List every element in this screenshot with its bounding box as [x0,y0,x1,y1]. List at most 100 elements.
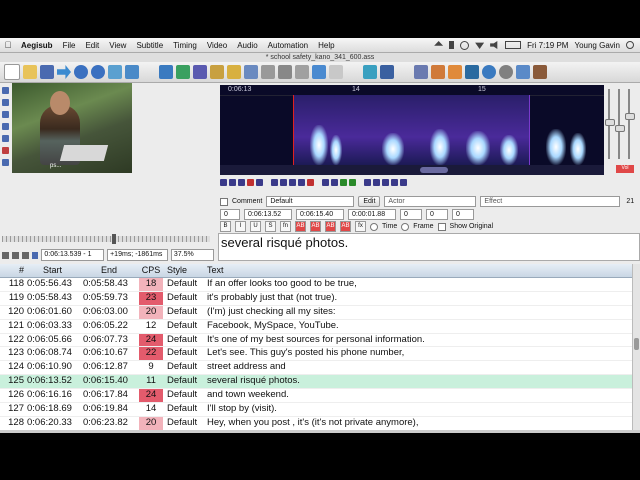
paperclip-icon[interactable] [278,65,292,79]
show-original-checkbox[interactable] [437,222,446,231]
volume-link-button[interactable]: Vol [616,165,634,173]
gear-icon[interactable] [499,65,513,79]
spotlight-search-icon[interactable] [626,41,634,49]
table-row[interactable]: 124 0:06:10.90 0:06:12.87 9 Default street ad… [0,361,632,376]
goto-icon[interactable] [349,179,356,186]
auto-scroll-icon[interactable] [382,179,389,186]
timing-postprocessor-icon[interactable] [329,65,343,79]
margin-left-field[interactable]: 0 [400,209,422,220]
font-button[interactable]: fn [280,221,291,232]
effect-field[interactable]: Effect [480,196,621,207]
underline-button[interactable]: U [250,221,261,232]
horizontal-zoom-slider[interactable] [605,89,615,159]
spell-check-icon[interactable] [312,65,326,79]
slider-knob[interactable] [615,125,625,132]
italic-button[interactable]: I [235,221,246,232]
table-row[interactable]: 123 0:06:08.74 0:06:10.67 22 Default Let's se… [0,347,632,362]
layer-field[interactable]: 0 [220,209,240,220]
bold-button[interactable]: B [220,221,231,232]
table-row[interactable]: 128 0:06:20.33 0:06:23.82 20 Default Hey, whe… [0,416,632,430]
scale-tool-icon[interactable] [1,135,9,142]
strikeout-button[interactable]: S [265,221,276,232]
vector-clip-tool-icon[interactable] [1,159,9,166]
margin-vertical-field[interactable]: 0 [452,209,474,220]
assistant-icon[interactable] [295,65,309,79]
play-first-500ms-icon[interactable] [289,179,296,186]
shift-times-icon[interactable] [380,65,394,79]
menu-help[interactable]: Help [313,41,339,50]
style-select[interactable]: Default [266,196,355,207]
grid-scroll-thumb[interactable] [634,338,639,350]
eject-icon[interactable] [434,41,444,46]
wifi-icon[interactable] [475,42,485,49]
video-display[interactable]: ps... [12,83,132,173]
time-machine-icon[interactable] [460,40,470,50]
save-icon[interactable] [40,65,54,79]
subtitle-grid[interactable]: # Start End CPS Style Text 118 0:05:56.43… [0,264,632,430]
end-time-field[interactable]: 0:06:15.40 [296,209,344,220]
actor-field[interactable]: Actor [384,196,477,207]
zoom-out-icon[interactable] [91,65,105,79]
standard-tool-icon[interactable] [1,87,9,94]
menubar-user[interactable]: Young Gavin [574,41,620,50]
play-selection-icon[interactable] [238,179,245,186]
play-last-500ms-icon[interactable] [298,179,305,186]
commit-button[interactable]: fx [355,221,366,232]
duration-field[interactable]: 0:00:01.88 [348,209,396,220]
video-zoom-select[interactable]: 37.5% [170,249,214,261]
auto-next-icon[interactable] [373,179,380,186]
slider-knob[interactable] [605,119,615,126]
audio-selection[interactable] [293,95,529,165]
zoom-in-icon[interactable] [74,65,88,79]
film-strip-icon[interactable] [227,65,241,79]
clip-tool-icon[interactable] [1,147,9,154]
auto-commit-icon[interactable] [364,179,371,186]
time-radio[interactable] [370,222,378,231]
edit-style-button[interactable]: Edit [358,196,381,207]
select-lines-icon[interactable] [414,65,428,79]
attachments-icon[interactable] [193,65,207,79]
commit-icon[interactable] [340,179,347,186]
media-tool-icon[interactable] [465,65,479,79]
table-row[interactable]: 121 0:06:03.33 0:06:05.22 12 Default Facebook… [0,320,632,334]
start-time-field[interactable]: 0:06:13.52 [244,209,292,220]
zoom-video-icon[interactable] [108,65,122,79]
new-file-icon[interactable] [4,64,20,80]
karaoke-mode-icon[interactable] [400,179,407,186]
menu-subtitle[interactable]: Subtitle [131,41,168,50]
table-row[interactable]: 119 0:05:58.43 0:05:59.73 23 Default it's pro… [0,291,632,306]
audio-scrollbar[interactable] [220,165,604,175]
video-seek-slider[interactable] [2,234,210,244]
prev-line-icon[interactable] [220,179,227,186]
menu-edit[interactable]: Edit [80,41,104,50]
play-icon[interactable] [2,251,9,259]
resample-icon[interactable] [244,65,258,79]
volume-slider[interactable] [625,89,635,159]
outline-color-button[interactable]: AB [325,221,336,232]
play-current-line-icon[interactable] [247,179,254,186]
apple-menu-icon[interactable]:  [0,40,16,50]
volume-icon[interactable] [490,41,498,49]
video-time-field[interactable]: 0:06:13.539 - 1 [41,249,105,261]
menu-audio[interactable]: Audio [232,41,262,50]
rotate-z-tool-icon[interactable] [1,111,9,118]
audio-spectrum-display[interactable]: 0:06:13 14 15 [220,85,604,175]
properties-icon[interactable] [159,65,173,79]
table-row[interactable]: 126 0:06:16.16 0:06:17.84 24 Default and town… [0,389,632,404]
battery-icon[interactable] [505,41,522,49]
menubar-clock[interactable]: Fri 7:19 PM [527,41,568,50]
audio-start-marker[interactable] [293,95,294,165]
stop-audio-icon[interactable] [256,179,263,186]
tool-arrows-icon[interactable] [431,65,445,79]
primary-color-button[interactable]: AB [295,221,306,232]
audio-end-marker[interactable] [529,95,530,165]
menu-video[interactable]: Video [202,41,232,50]
video-tool-icon[interactable] [448,65,462,79]
table-row[interactable]: 120 0:06:01.60 0:06:03.00 20 Default (I'm) ju… [0,305,632,320]
subtitle-text-editor[interactable]: several risqué photos. [218,233,640,261]
table-row[interactable]: 125 0:06:13.52 0:06:15.40 11 Default several … [0,375,632,390]
menu-view[interactable]: View [104,41,131,50]
table-row[interactable]: 127 0:06:18.69 0:06:19.84 14 Default I'll sto… [0,403,632,417]
jump-to-icon[interactable] [57,65,71,79]
vertical-zoom-slider[interactable] [615,89,625,159]
